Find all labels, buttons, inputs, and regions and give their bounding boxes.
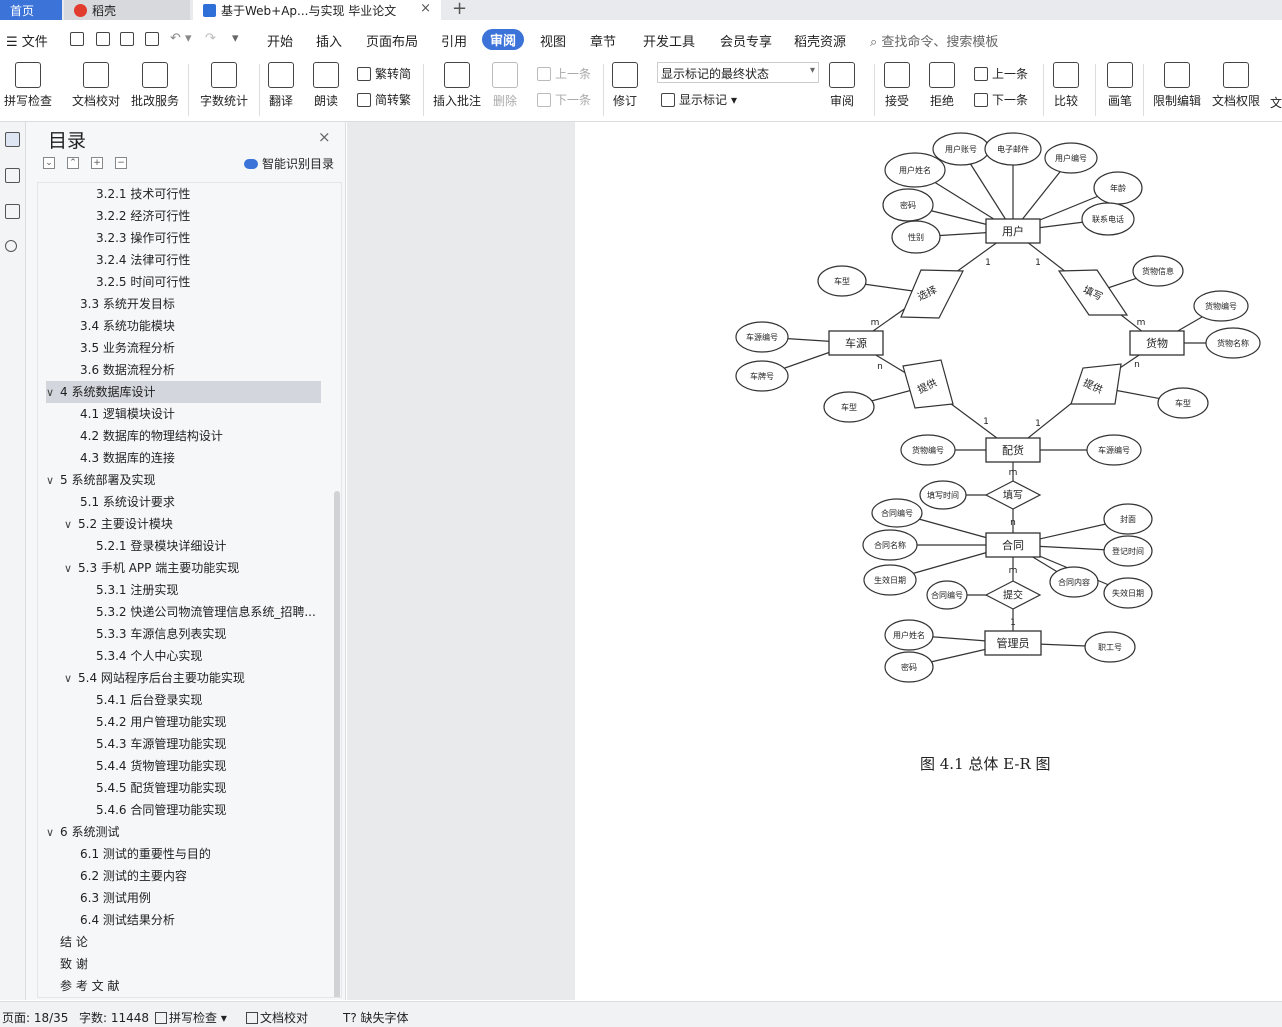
er-cardinality: m: [1009, 566, 1018, 576]
er-cardinality: 1: [1035, 258, 1041, 268]
er-attribute-label: 合同名称: [874, 540, 906, 550]
er-attribute-label: 车源编号: [1098, 445, 1130, 455]
er-entity-label: 车源: [845, 336, 867, 350]
er-cardinality: 1: [983, 417, 989, 427]
er-cardinality: 1: [985, 258, 991, 268]
status-spell-check[interactable]: 拼写检查 ▾: [155, 1009, 227, 1026]
er-attribute-label: 性别: [908, 232, 924, 242]
er-attribute-label: 货物名称: [1217, 338, 1249, 348]
er-attribute-label: 车型: [834, 276, 850, 286]
status-proof-label: 文档校对: [260, 1011, 309, 1025]
er-entity-label: 货物: [1146, 336, 1168, 350]
er-cardinality: n: [877, 362, 883, 372]
er-entity-label: 管理员: [997, 636, 1030, 650]
status-missing-font[interactable]: T? 缺失字体: [343, 1009, 409, 1026]
status-bar: 页面: 18/35 字数: 11448 拼写检查 ▾ 文档校对 T? 缺失字体: [0, 1001, 1282, 1027]
er-attribute-label: 登记时间: [1112, 546, 1144, 556]
er-cardinality: n: [1010, 518, 1016, 528]
er-entity-label: 配货: [1002, 443, 1024, 457]
er-attribute-label: 合同编号: [931, 590, 963, 600]
er-relationship-label: 提交: [1003, 589, 1023, 602]
er-attribute-label: 用户账号: [945, 144, 977, 154]
er-attribute-label: 用户姓名: [899, 165, 931, 175]
er-entity-label: 用户: [1002, 224, 1024, 238]
status-doc-proof[interactable]: 文档校对: [246, 1009, 308, 1026]
er-attribute-label: 封面: [1120, 514, 1136, 524]
figure-caption: 图 4.1 总体 E-R 图: [920, 755, 1051, 773]
er-attribute-label: 电子邮件: [997, 144, 1029, 154]
er-cardinality: m: [1137, 318, 1146, 328]
er-attribute-label: 用户编号: [1055, 153, 1087, 163]
er-cardinality: m: [871, 318, 880, 328]
er-cardinality: n: [1134, 360, 1140, 370]
er-attribute-label: 联系电话: [1092, 214, 1124, 224]
er-attribute-label: 密码: [900, 200, 916, 210]
er-cardinality: 1: [1010, 618, 1016, 628]
er-attribute-label: 货物编号: [1205, 301, 1237, 311]
status-missing-font-label: 缺失字体: [360, 1011, 409, 1025]
page-indicator[interactable]: 页面: 18/35: [2, 1009, 68, 1026]
doc-proof-icon: [246, 1012, 258, 1024]
er-attribute-label: 填写时间: [927, 490, 959, 500]
er-attribute-label: 车型: [1175, 398, 1191, 408]
er-cardinality: 1: [1035, 419, 1041, 429]
er-attribute-label: 用户姓名: [893, 630, 925, 640]
word-count-indicator[interactable]: 字数: 11448: [79, 1009, 149, 1026]
er-cardinality: m: [1009, 468, 1018, 478]
er-attribute-label: 车牌号: [750, 371, 774, 381]
status-spell-label: 拼写检查: [169, 1011, 218, 1025]
er-relationship-label: 填写: [1003, 489, 1023, 502]
missing-font-icon: T?: [343, 1011, 361, 1025]
er-attribute-label: 货物编号: [912, 445, 944, 455]
er-attribute-label: 合同内容: [1058, 577, 1090, 587]
er-attribute-label: 生效日期: [874, 575, 906, 585]
er-entity-label: 合同: [1002, 538, 1024, 552]
er-attribute-label: 密码: [901, 662, 917, 672]
er-attribute-label: 车型: [841, 402, 857, 412]
er-diagram: 选择 填写提供 提供填写提交用户账号 电子邮件用户姓名用户编号年龄密码联系电话性别车型…: [735, 132, 1261, 683]
er-attribute-label: 货物信息: [1142, 266, 1174, 276]
er-attribute-label: 车源编号: [746, 332, 778, 342]
er-attribute-label: 年龄: [1110, 183, 1126, 193]
spell-check-icon: [155, 1012, 167, 1024]
er-attribute-label: 失效日期: [1112, 588, 1144, 598]
er-attribute-label: 合同编号: [881, 508, 913, 518]
er-attribute-label: 职工号: [1098, 643, 1122, 652]
